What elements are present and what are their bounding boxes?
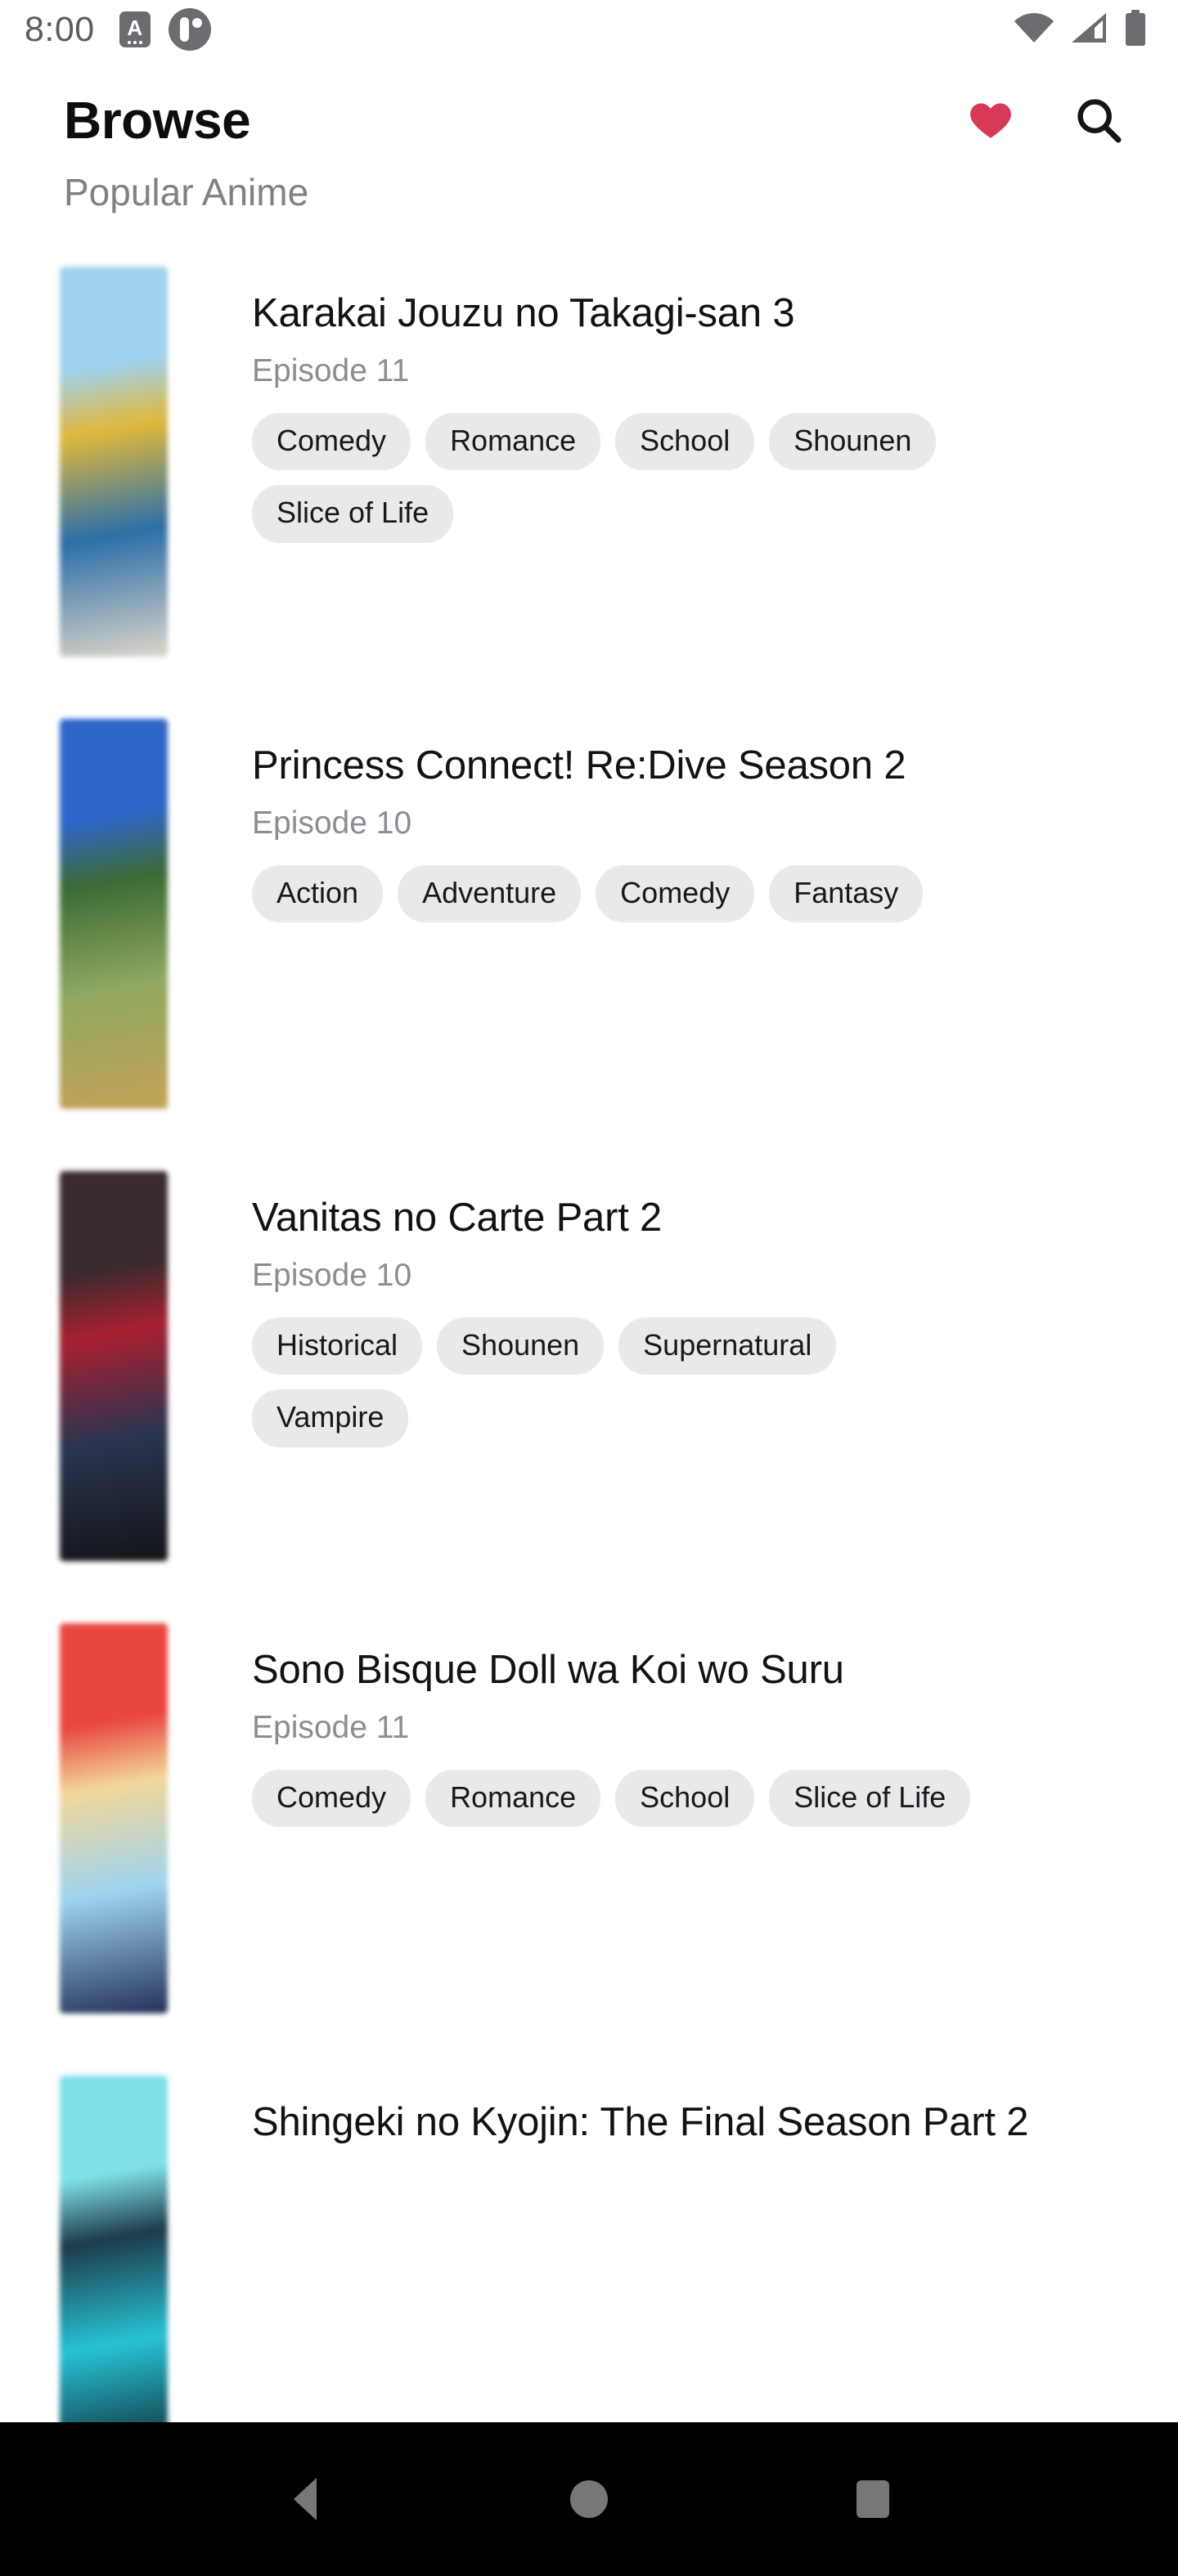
anime-info: Princess Connect! Re:Dive Season 2 Episod… xyxy=(168,719,1153,923)
anime-list-item[interactable]: Princess Connect! Re:Dive Season 2 Episod… xyxy=(0,719,1178,1109)
anime-thumbnail-art xyxy=(60,1171,168,1561)
android-navigation-bar xyxy=(0,2422,1178,2576)
genre-chip[interactable]: Slice of Life xyxy=(252,485,454,543)
anime-title: Vanitas no Carte Part 2 xyxy=(252,1196,663,1240)
subtitle-card-icon: A xyxy=(119,11,151,47)
genre-chip[interactable]: Supernatural xyxy=(618,1317,837,1376)
genre-chip[interactable]: Comedy xyxy=(596,864,755,923)
anime-episode: Episode 11 xyxy=(252,352,410,388)
genre-chip[interactable]: Action xyxy=(252,864,384,923)
anime-thumbnail xyxy=(60,267,168,657)
scrollable-content[interactable]: 8:00 A Browse Popular Anime Karakai Jouz… xyxy=(0,0,1178,2422)
nav-back-button[interactable] xyxy=(260,2454,350,2544)
status-bar: 8:00 A xyxy=(0,0,1178,59)
nav-recents-button[interactable] xyxy=(828,2454,918,2544)
contrast-circle-dot xyxy=(191,18,202,28)
genre-chip[interactable]: Comedy xyxy=(252,412,411,471)
anime-title: Karakai Jouzu no Takagi-san 3 xyxy=(252,291,795,335)
anime-thumbnail xyxy=(60,2076,168,2422)
genre-chip[interactable]: Shounen xyxy=(769,412,937,471)
genre-chip[interactable]: Romance xyxy=(425,412,601,471)
genre-chip-group: Comedy Romance School Shounen Slice of Life xyxy=(252,412,988,543)
anime-title: Shingeki no Kyojin: The Final Season Par… xyxy=(252,2100,1029,2144)
search-icon[interactable] xyxy=(1068,90,1129,150)
anime-thumbnail-art xyxy=(60,1623,168,2013)
anime-episode: Episode 11 xyxy=(252,1709,410,1745)
anime-info: Karakai Jouzu no Takagi-san 3 Episode 11 C… xyxy=(168,267,1153,543)
anime-title: Princess Connect! Re:Dive Season 2 xyxy=(252,743,906,788)
genre-chip-group: Action Adventure Comedy Fantasy xyxy=(252,864,988,923)
anime-thumbnail-art xyxy=(60,267,168,657)
genre-chip[interactable]: Romance xyxy=(425,1769,601,1828)
wifi-icon xyxy=(1013,11,1055,48)
status-clock: 8:00 xyxy=(25,9,95,49)
anime-title: Sono Bisque Doll wa Koi wo Suru xyxy=(252,1648,844,1692)
anime-info: Sono Bisque Doll wa Koi wo Suru Episode 1… xyxy=(168,1623,1153,1828)
genre-chip[interactable]: Shounen xyxy=(437,1317,605,1376)
anime-list-item[interactable]: Vanitas no Carte Part 2 Episode 10 Histori… xyxy=(0,1171,1178,1561)
page-title: Browse xyxy=(64,91,251,150)
genre-chip-group: Historical Shounen Supernatural Vampire xyxy=(252,1317,988,1447)
anime-list-item[interactable]: Sono Bisque Doll wa Koi wo Suru Episode 1… xyxy=(0,1623,1178,2013)
anime-info: Shingeki no Kyojin: The Final Season Par… xyxy=(168,2076,1153,2146)
status-right-icons xyxy=(1013,9,1147,50)
genre-chip[interactable]: Fantasy xyxy=(769,864,924,923)
anime-thumbnail-art xyxy=(60,719,168,1109)
anime-list-item[interactable]: Shingeki no Kyojin: The Final Season Par… xyxy=(0,2076,1178,2422)
anime-thumbnail-art xyxy=(60,2076,168,2422)
genre-chip[interactable]: School xyxy=(615,412,755,471)
subtitle-card-glyph: A xyxy=(127,16,143,40)
anime-thumbnail xyxy=(60,1623,168,2013)
battery-icon xyxy=(1124,9,1147,50)
genre-chip[interactable]: Historical xyxy=(252,1317,423,1376)
cellular-signal-icon xyxy=(1070,11,1109,48)
contrast-circle-bar xyxy=(179,17,189,42)
status-notification-icons: A xyxy=(119,8,211,51)
anime-info: Vanitas no Carte Part 2 Episode 10 Histori… xyxy=(168,1171,1153,1447)
anime-episode: Episode 10 xyxy=(252,805,412,841)
contrast-circle-icon xyxy=(168,8,211,51)
subtitle-card-dots xyxy=(119,41,151,44)
anime-episode: Episode 10 xyxy=(252,1257,412,1293)
anime-thumbnail xyxy=(60,719,168,1109)
genre-chip[interactable]: Slice of Life xyxy=(769,1769,971,1828)
nav-home-button[interactable] xyxy=(544,2454,634,2544)
anime-list: Karakai Jouzu no Takagi-san 3 Episode 11 C… xyxy=(0,267,1178,2422)
anime-thumbnail xyxy=(60,1171,168,1561)
genre-chip[interactable]: Vampire xyxy=(252,1389,409,1447)
app-bar-actions xyxy=(960,90,1129,150)
heart-icon[interactable] xyxy=(960,90,1021,150)
app-bar: Browse xyxy=(0,59,1178,182)
genre-chip[interactable]: Adventure xyxy=(398,864,582,923)
genre-chip[interactable]: School xyxy=(615,1769,755,1828)
anime-list-item[interactable]: Karakai Jouzu no Takagi-san 3 Episode 11 C… xyxy=(0,267,1178,657)
genre-chip[interactable]: Comedy xyxy=(252,1769,411,1828)
genre-chip-group: Comedy Romance School Slice of Life xyxy=(252,1769,988,1828)
